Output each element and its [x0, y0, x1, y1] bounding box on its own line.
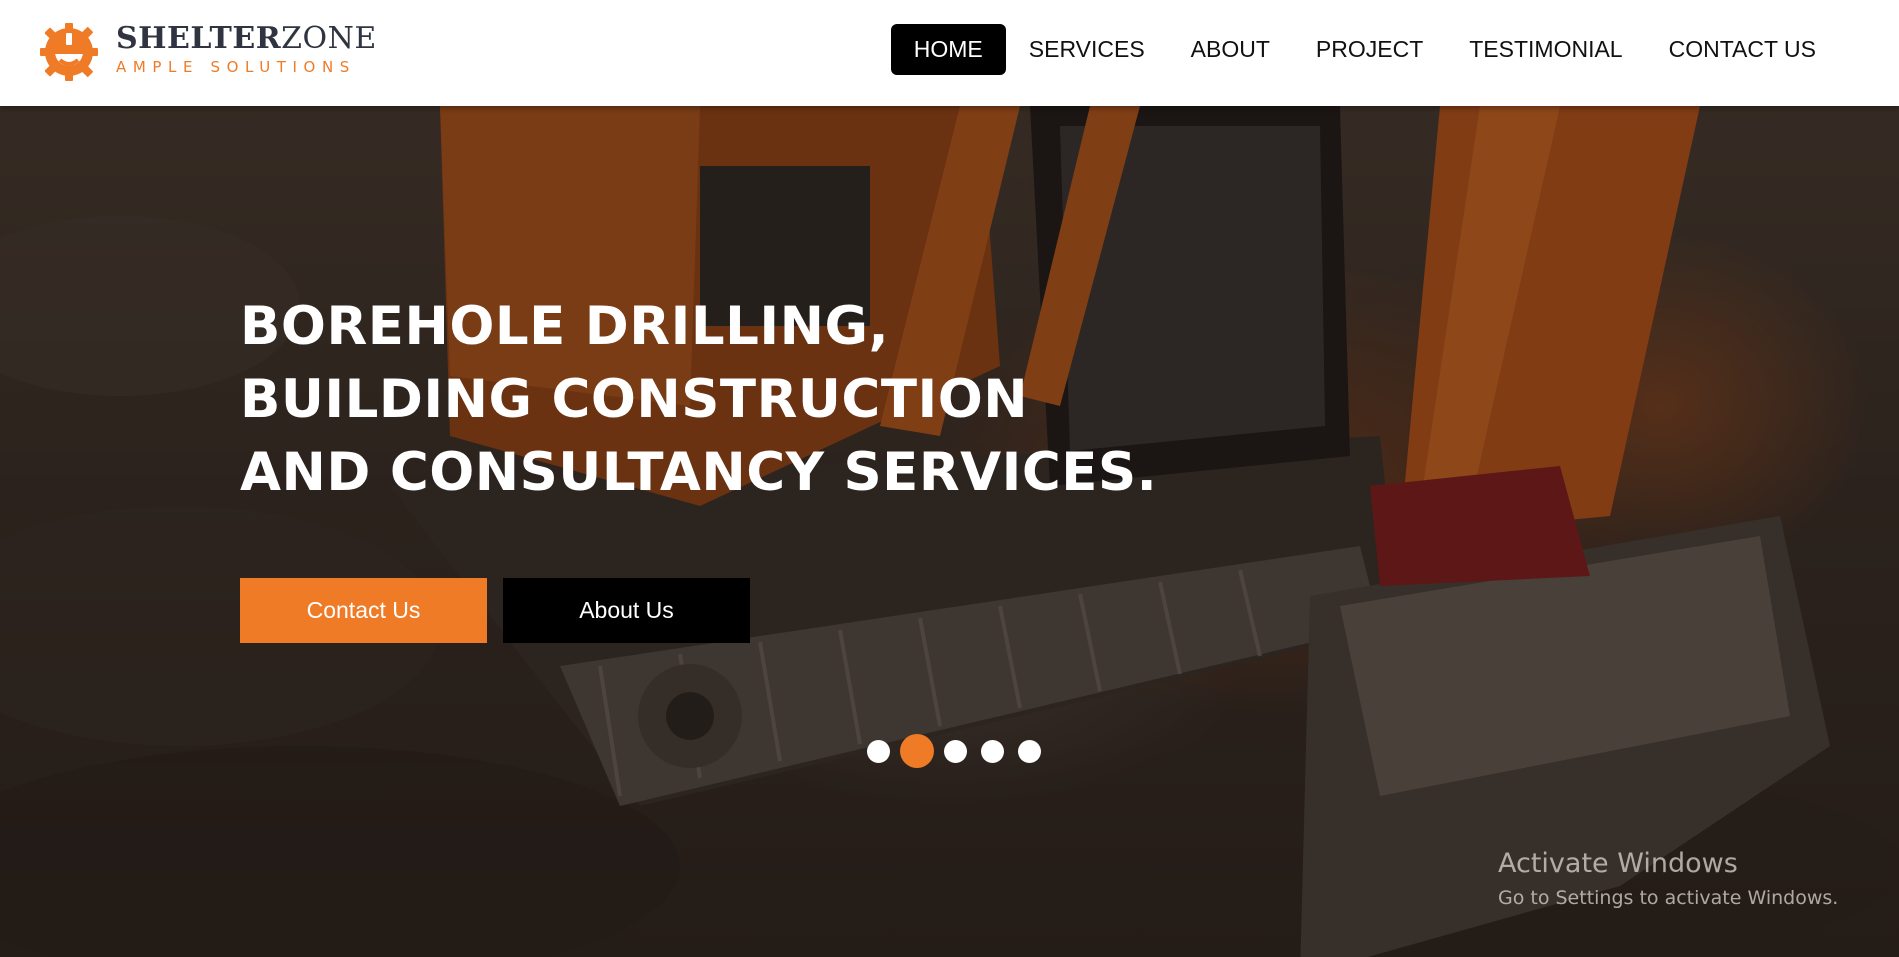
hero-slider: BOREHOLE DRILLING, BUILDING CONSTRUCTION…: [0, 106, 1899, 957]
headline-line-2: BUILDING CONSTRUCTION: [240, 369, 1029, 430]
carousel-dot-3[interactable]: [944, 739, 967, 763]
nav-about[interactable]: ABOUT: [1168, 24, 1293, 75]
nav-contact-us[interactable]: CONTACT US: [1646, 24, 1839, 75]
about-us-button[interactable]: About Us: [503, 578, 750, 643]
watermark-subtitle: Go to Settings to activate Windows.: [1498, 887, 1839, 909]
headline-line-1: BOREHOLE DRILLING,: [240, 296, 890, 357]
site-header: SHELTERZONE AMPLE SOLUTIONS HOME SERVICE…: [0, 0, 1899, 106]
nav-project[interactable]: PROJECT: [1293, 24, 1446, 75]
carousel-dot-4[interactable]: [981, 739, 1004, 763]
main-nav: HOME SERVICES ABOUT PROJECT TESTIMONIAL …: [890, 24, 1839, 75]
hero-dark-overlay: [0, 106, 1899, 957]
brand-text: SHELTERZONE AMPLE SOLUTIONS: [116, 21, 377, 77]
brand-logo[interactable]: SHELTERZONE AMPLE SOLUTIONS: [36, 16, 377, 82]
nav-home[interactable]: HOME: [890, 24, 1006, 75]
headline-line-3: AND CONSULTANCY SERVICES.: [240, 442, 1158, 503]
carousel-indicators: [867, 734, 1055, 768]
nav-services[interactable]: SERVICES: [1006, 24, 1168, 75]
carousel-dot-1[interactable]: [867, 739, 890, 763]
carousel-dot-2-active[interactable]: [900, 734, 934, 768]
watermark-title: Activate Windows: [1498, 848, 1738, 879]
brand-title: SHELTERZONE: [116, 21, 377, 56]
hardhat-gear-icon: [40, 23, 98, 81]
brand-subtitle: AMPLE SOLUTIONS: [116, 58, 356, 76]
carousel-dot-5[interactable]: [1018, 739, 1041, 763]
nav-testimonial[interactable]: TESTIMONIAL: [1446, 24, 1645, 75]
activate-windows-watermark: Activate Windows Go to Settings to activ…: [1498, 848, 1838, 909]
contact-us-button[interactable]: Contact Us: [240, 578, 487, 643]
hero-headline: BOREHOLE DRILLING, BUILDING CONSTRUCTION…: [240, 290, 1240, 509]
